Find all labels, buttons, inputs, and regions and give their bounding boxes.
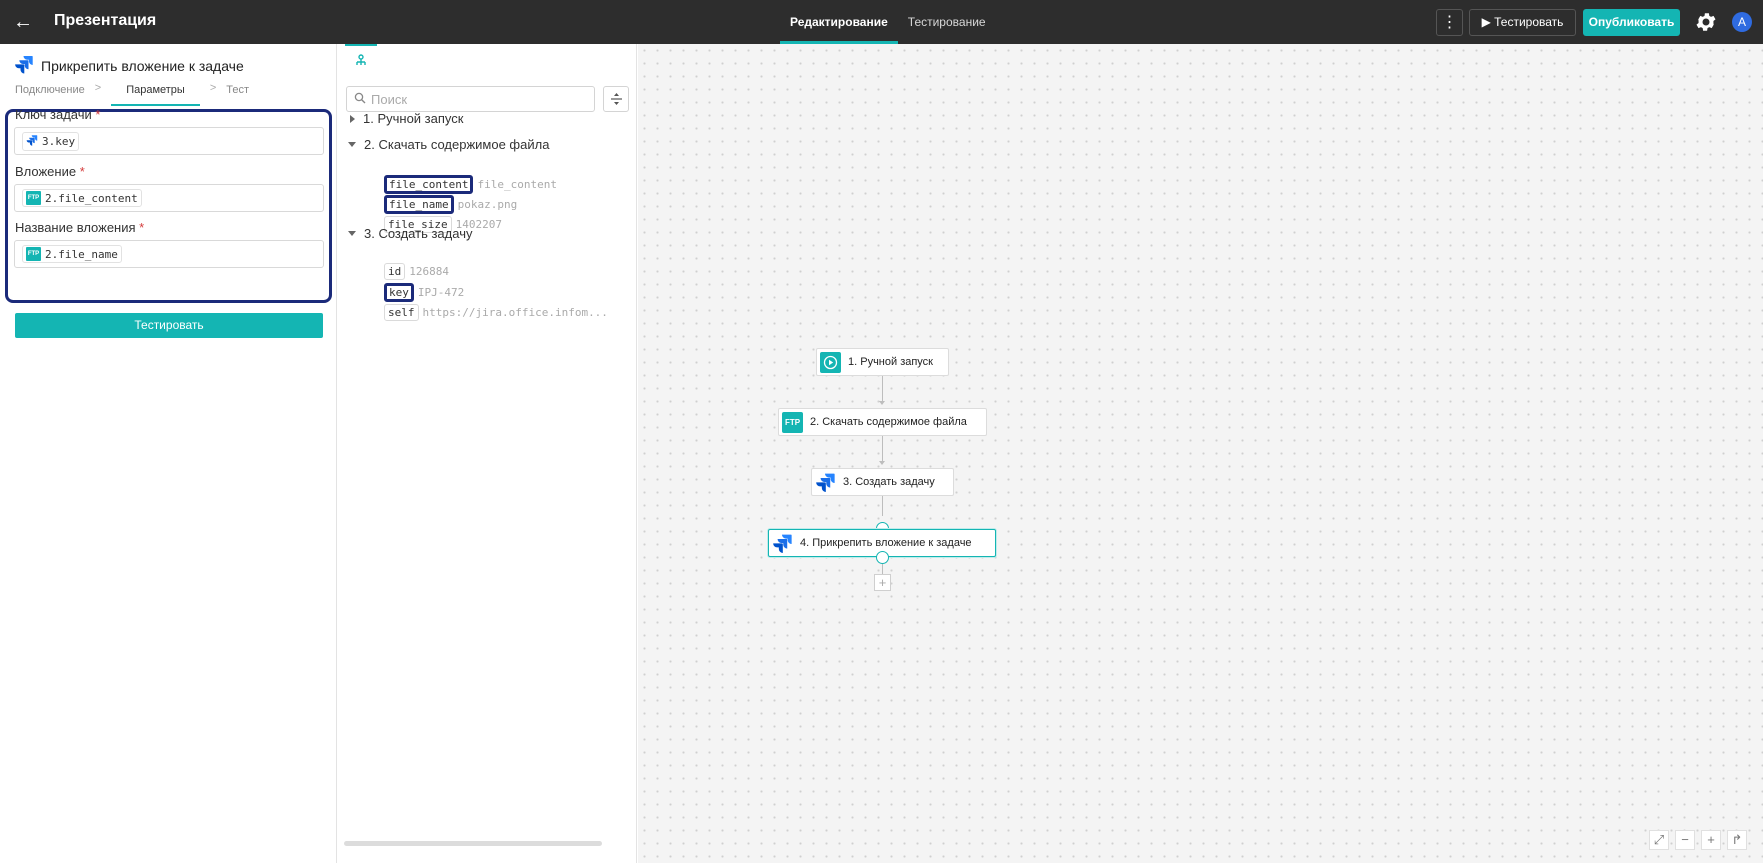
jira-icon — [815, 472, 836, 493]
ftp-icon: FTP — [782, 411, 803, 433]
chevron-right-icon: > — [209, 82, 217, 94]
tree-leaf: self https://jira.office.infom... — [384, 304, 608, 321]
leaf-value: file_content — [477, 178, 557, 191]
tab-editing[interactable]: Редактирование — [780, 0, 898, 44]
tree-leaf: key IPJ-472 — [384, 283, 464, 302]
connector-line — [882, 496, 883, 516]
variable-chip[interactable]: FTP 2.file_name — [22, 245, 122, 263]
leaf-key[interactable]: self — [384, 304, 419, 321]
chevron-right-icon: > — [94, 82, 102, 94]
zoom-out-icon[interactable]: − — [1675, 830, 1695, 850]
ftp-icon: FTP — [26, 247, 41, 261]
avatar[interactable]: А — [1732, 12, 1752, 32]
tab-testing[interactable]: Тестирование — [898, 0, 996, 44]
leaf-value: https://jira.office.infom... — [422, 306, 608, 319]
expand-collapse-button[interactable] — [603, 86, 629, 112]
tree-leaf: id 126884 — [384, 263, 449, 280]
task-key-input[interactable]: 3.key — [14, 127, 324, 155]
attachment-name-input[interactable]: FTP 2.file_name — [14, 240, 324, 268]
flow-node-3[interactable]: 3. Создать задачу — [811, 468, 954, 496]
zoom-controls: ⤢ − + ↱ — [1649, 830, 1747, 850]
fit-view-icon[interactable]: ⤢ — [1649, 830, 1669, 850]
variable-chip[interactable]: 3.key — [22, 131, 80, 151]
step-settings-panel: Прикрепить вложение к задаче Подключение… — [0, 44, 337, 863]
top-bar: ← Презентация Редактирование Тестировани… — [0, 0, 1763, 44]
connector-line — [882, 436, 883, 462]
test-run-button[interactable]: ▶ Тестировать — [1469, 9, 1576, 36]
back-arrow-icon[interactable]: ← — [12, 11, 34, 33]
crumb-connection[interactable]: Подключение — [15, 82, 85, 106]
variable-chip[interactable]: FTP 2.file_content — [22, 189, 142, 207]
tree-node-step-3[interactable]: 3. Создать задачу — [348, 226, 472, 241]
variable-chip-label: 3.key — [42, 134, 76, 148]
leaf-value: pokaz.png — [457, 198, 518, 211]
crumb-parameters[interactable]: Параметры — [111, 82, 200, 106]
caret-right-icon — [350, 114, 355, 123]
flow-node-1[interactable]: 1. Ручной запуск — [816, 348, 949, 376]
publish-button[interactable]: Опубликовать — [1583, 9, 1680, 36]
connector-line — [882, 564, 883, 574]
test-run-label: Тестировать — [1494, 15, 1564, 29]
tree-node-step-1[interactable]: 1. Ручной запуск — [348, 111, 463, 126]
leaf-key[interactable]: file_content — [384, 175, 474, 194]
leaf-value: 126884 — [409, 265, 449, 278]
tree-node-step-2[interactable]: 2. Скачать содержимое файла — [348, 137, 549, 152]
leaf-key[interactable]: id — [384, 263, 406, 280]
step-title-label: Прикрепить вложение к задаче — [41, 57, 244, 74]
leaf-key[interactable]: file_name — [384, 195, 454, 214]
connector-arrow-icon — [879, 401, 885, 405]
field-label-attachment-name: Название вложения * — [15, 220, 145, 235]
field-label-attachment: Вложение * — [15, 164, 85, 179]
tree-leaf: file_name pokaz.png — [384, 195, 517, 214]
play-icon: ▶ — [1481, 15, 1491, 29]
jira-icon — [26, 134, 38, 149]
caret-down-icon — [348, 142, 356, 147]
connector-arrow-icon — [879, 461, 885, 465]
flow-node-label: 4. Прикрепить вложение к задаче — [800, 537, 972, 549]
variable-chip-label: 2.file_name — [45, 247, 118, 261]
hierarchy-icon — [356, 54, 366, 65]
search-icon — [354, 92, 366, 107]
field-label-task-key: Ключ задачи * — [15, 107, 101, 122]
add-step-button[interactable]: + — [874, 574, 891, 591]
breadcrumb: Подключение > Параметры > Тест — [15, 82, 249, 106]
search-box — [346, 86, 595, 112]
workflow-canvas[interactable]: 1. Ручной запуск FTP 2. Скачать содержим… — [638, 44, 1763, 863]
flow-node-label: 3. Создать задачу — [843, 476, 935, 488]
search-input[interactable] — [371, 91, 581, 107]
flow-node-2[interactable]: FTP 2. Скачать содержимое файла — [778, 408, 987, 436]
leaf-value: IPJ-472 — [417, 286, 465, 299]
caret-down-icon — [348, 231, 356, 236]
tree-leaf: file_content file_content — [384, 175, 557, 194]
variable-chip-label: 2.file_content — [45, 191, 138, 205]
output-port[interactable] — [876, 551, 889, 564]
flow-node-label: 2. Скачать содержимое файла — [810, 416, 967, 428]
test-button[interactable]: Тестировать — [15, 313, 323, 338]
horizontal-scrollbar[interactable] — [344, 841, 602, 846]
ftp-icon: FTP — [26, 191, 41, 205]
data-tree-panel: 1. Ручной запуск 2. Скачать содержимое ф… — [338, 44, 637, 863]
play-icon — [820, 351, 841, 373]
gear-icon[interactable] — [1694, 10, 1718, 34]
jira-icon — [772, 533, 793, 554]
leaf-key[interactable]: key — [384, 283, 414, 302]
jira-icon — [14, 54, 34, 77]
connector-line — [882, 376, 883, 402]
zoom-in-icon[interactable]: + — [1701, 830, 1721, 850]
more-menu-icon[interactable]: ⋮ — [1436, 9, 1463, 36]
flow-node-label: 1. Ручной запуск — [848, 356, 933, 368]
attachment-input[interactable]: FTP 2.file_content — [14, 184, 324, 212]
auto-layout-icon[interactable]: ↱ — [1727, 830, 1747, 850]
mode-tabs: Редактирование Тестирование — [780, 0, 996, 44]
tree-tab[interactable] — [345, 44, 377, 71]
expand-collapse-icon — [611, 93, 622, 105]
step-title: Прикрепить вложение к задаче — [14, 54, 244, 77]
crumb-test[interactable]: Тест — [226, 82, 249, 106]
app-title: Презентация — [54, 12, 157, 29]
